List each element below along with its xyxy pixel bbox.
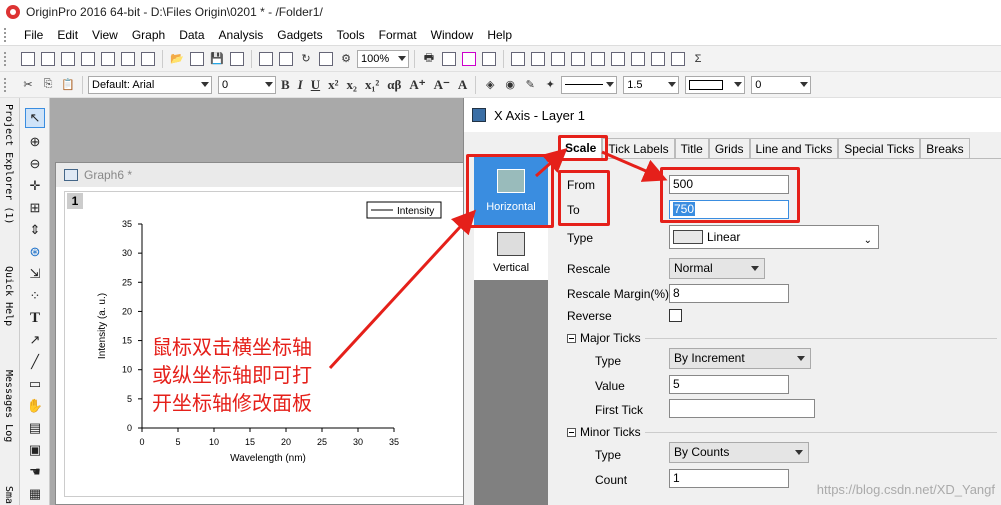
- arrow-to-horizontal: [328, 209, 477, 370]
- arrow-to-from-input: [601, 150, 668, 182]
- arrow-to-scale-tab: [535, 148, 568, 178]
- annotation-arrows: [328, 148, 668, 370]
- watermark-text: https://blog.csdn.net/XD_Yangf: [816, 482, 995, 497]
